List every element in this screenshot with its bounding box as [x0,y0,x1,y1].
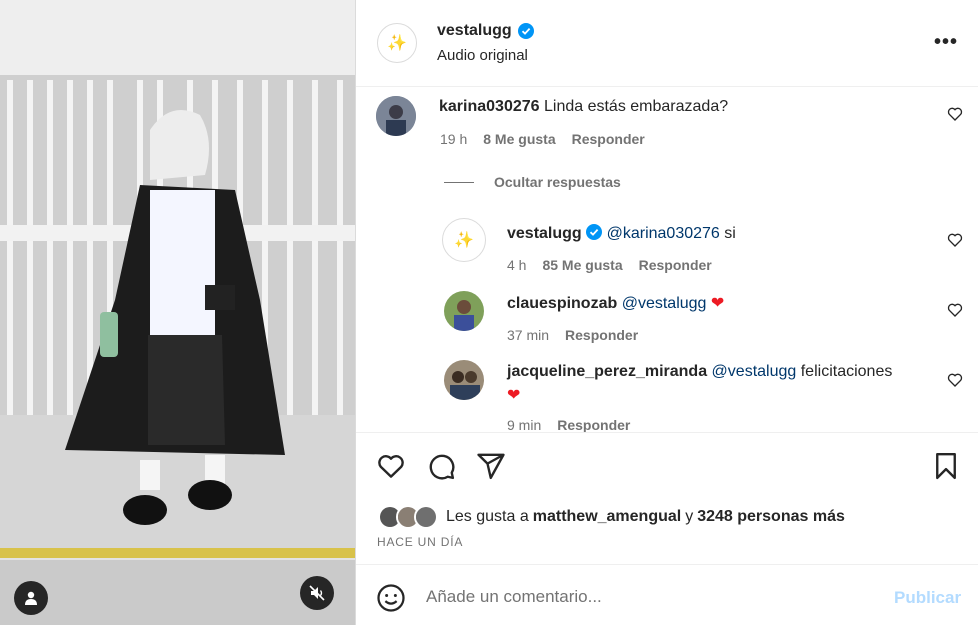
heart-emoji: ❤ [710,295,725,312]
reply-button[interactable]: Responder [565,327,638,343]
reply-username[interactable]: jacqueline_perez_miranda [507,363,707,380]
reply-text: vestalugg @karina030276 si [507,224,736,242]
author-username[interactable]: vestalugg [437,22,534,40]
like-icon[interactable] [376,451,406,481]
share-icon[interactable] [476,451,506,481]
publish-button[interactable]: Publicar [894,588,961,608]
comment-input[interactable] [426,583,886,611]
comment-composer: Publicar [356,564,978,625]
verified-badge-icon [586,224,603,240]
reply-text: clauespinozab @vestalugg ❤ [507,293,724,313]
like-comment-icon[interactable] [947,302,963,318]
author-avatar[interactable]: ✨ [377,23,417,63]
reply-username[interactable]: clauespinozab [507,295,617,312]
liker-username[interactable]: matthew_amengual [533,508,681,526]
post-header: ✨ vestalugg Audio original ••• [356,0,978,87]
reply-meta: 37 min Responder [507,327,639,343]
reply-avatar[interactable] [444,360,484,400]
heart-emoji: ❤ [507,387,521,404]
comment-username[interactable]: karina030276 [439,98,540,115]
liker-avatars[interactable] [378,505,438,529]
tagged-users-button[interactable] [14,581,48,615]
reply-button[interactable]: Responder [572,131,645,147]
reply-button[interactable]: Responder [557,417,630,432]
post-side-panel: ✨ vestalugg Audio original ••• karina030… [355,0,978,625]
reply-meta: 9 min Responder [507,417,631,432]
commenter-avatar[interactable] [376,96,416,136]
post-actions: Les gusta a matthew_amengual y 3248 pers… [356,432,978,564]
reply-button[interactable]: Responder [639,257,712,273]
emoji-icon[interactable] [376,583,406,613]
speaker-muted-icon [309,585,325,601]
mention-link[interactable]: @vestalugg [622,295,707,312]
sparkle-icon: ✨ [454,232,474,249]
video-player[interactable] [0,0,355,625]
more-options-icon[interactable]: ••• [934,32,958,52]
reply-text: jacqueline_perez_miranda @vestalugg feli… [507,363,893,380]
video-frame [0,0,355,625]
mute-button[interactable] [300,576,334,610]
divider-line [444,181,474,183]
comments-list: karina030276 Linda estás embarazada? 19 … [356,88,978,432]
user-icon [25,591,37,605]
comment-text: karina030276 Linda estás embarazada? [439,98,729,115]
mention-link[interactable]: @vestalugg [712,363,797,380]
comment-icon[interactable] [426,451,456,481]
sparkle-icon: ✨ [387,35,407,52]
avatar [414,505,438,529]
comment-meta: 19 h 8 Me gusta Responder [440,131,645,147]
audio-link[interactable]: Audio original [437,47,528,64]
reply-avatar[interactable] [444,291,484,331]
like-comment-icon[interactable] [947,106,963,122]
bookmark-icon[interactable] [931,451,961,481]
likes-count[interactable]: 3248 personas más [697,508,845,526]
reply-username[interactable]: vestalugg [507,225,582,242]
like-comment-icon[interactable] [947,232,963,248]
hide-replies-button[interactable]: Ocultar respuestas [444,174,621,190]
reply-avatar[interactable]: ✨ [442,218,486,262]
verified-badge-icon [517,23,534,39]
likes-summary: Les gusta a matthew_amengual y 3248 pers… [378,505,845,529]
like-comment-icon[interactable] [947,372,963,388]
post-date[interactable]: Hace un día [377,535,463,549]
mention-link[interactable]: @karina030276 [607,225,720,242]
reply-meta: 4 h 85 Me gusta Responder [507,257,712,273]
